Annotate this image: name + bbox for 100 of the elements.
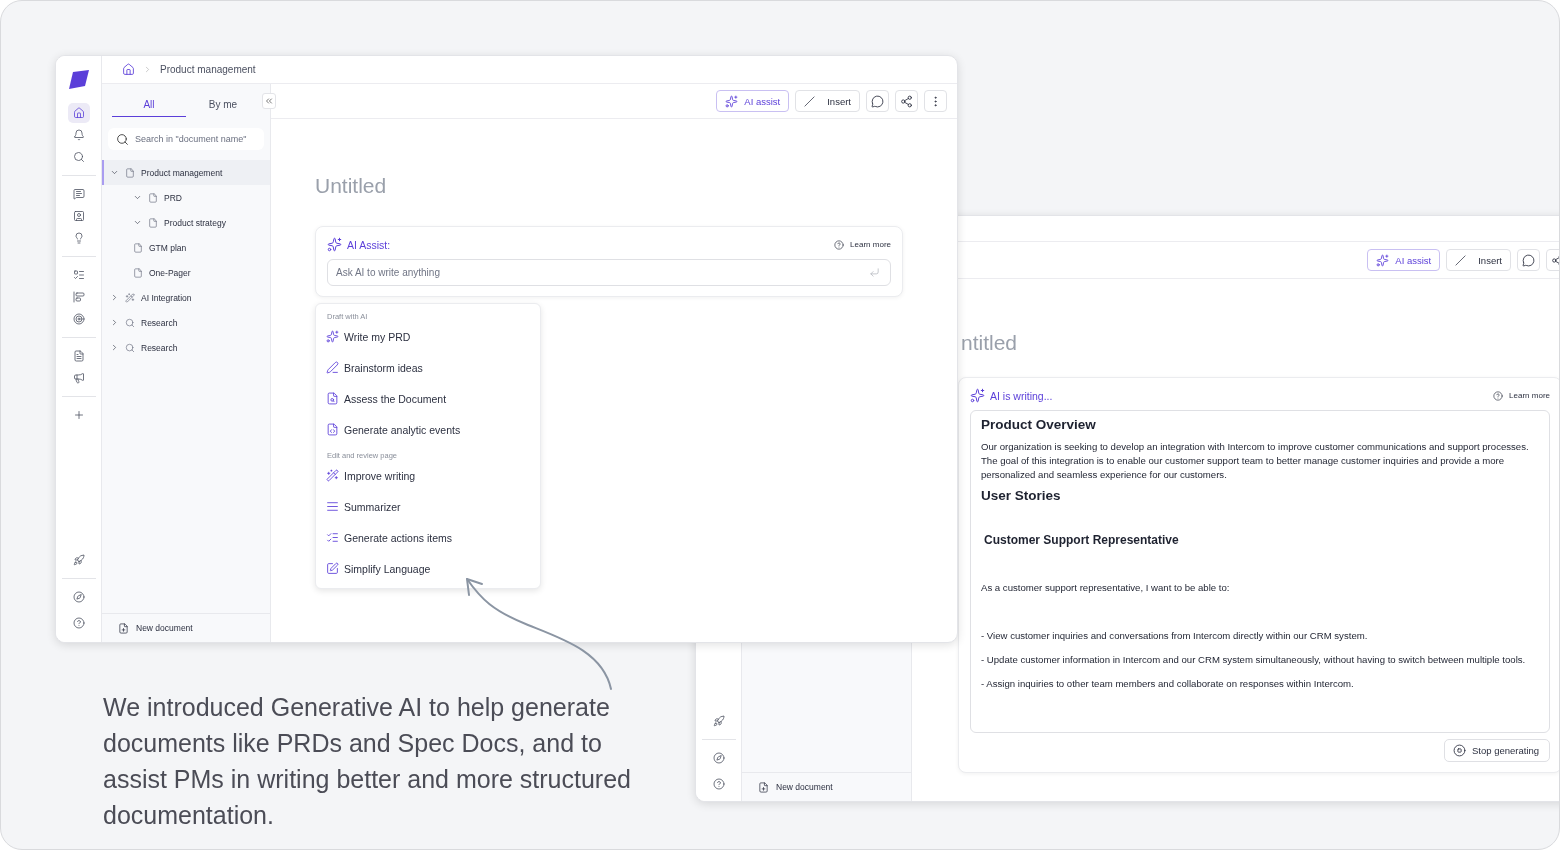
generated-paragraph: - Update customer information in Intercom and our CRM system simultaneously, without having to switch between multiple tools.: [981, 653, 1527, 667]
comment-icon: [871, 94, 884, 108]
ai-status: AI is writing...: [990, 389, 1053, 402]
magnifier-icon: [125, 342, 135, 353]
tree-item[interactable]: GTM plan: [102, 235, 270, 260]
lightbulb-icon: [72, 232, 85, 244]
learn-more-link[interactable]: Learn more: [1493, 390, 1550, 401]
chevron-right-icon: [110, 318, 119, 327]
document-title: Untitled: [315, 174, 388, 198]
breadcrumb-item[interactable]: Product management: [160, 64, 256, 75]
generated-paragraph: - Assign inquiries to other team members and collaborate on responses within Intercom.: [981, 677, 1355, 691]
share-button[interactable]: [895, 90, 918, 112]
slash-icon: [1455, 254, 1467, 266]
enter-icon: [869, 267, 880, 278]
sparkles-icon: [327, 237, 342, 252]
help-icon: [712, 778, 725, 790]
wand-icon: [326, 469, 339, 482]
plus-icon: [72, 409, 85, 421]
message-icon: [72, 188, 85, 200]
generated-heading: Customer Support Representative: [984, 533, 1180, 547]
compass-icon: [712, 752, 725, 764]
logo: [67, 70, 90, 90]
tab[interactable]: By me: [186, 90, 260, 117]
comment-button[interactable]: [1517, 249, 1540, 271]
generated-paragraph: As a customer support representative, I want to be able to:: [981, 581, 1231, 595]
tree-item[interactable]: Product strategy: [102, 210, 270, 235]
lines-icon: [326, 500, 339, 513]
chevron-down-icon: [133, 218, 142, 227]
home-icon: [122, 63, 135, 76]
sparkles-icon: [1376, 253, 1390, 267]
menu-item[interactable]: Brainstorm ideas: [326, 352, 530, 383]
ai-assist-button[interactable]: AI assist: [716, 90, 790, 112]
new-document-button[interactable]: New document: [102, 613, 270, 642]
menu-item[interactable]: Summarizer: [326, 491, 530, 522]
comment-button[interactable]: [866, 90, 889, 112]
document-title: ntitled: [961, 331, 1019, 355]
new-document-button[interactable]: New document: [742, 772, 911, 801]
page-icon: [125, 167, 135, 178]
rocket-icon: [72, 554, 85, 566]
file-search-icon: [326, 392, 339, 405]
insert-button[interactable]: Insert: [795, 90, 860, 112]
wand-icon: [125, 292, 135, 303]
page-icon: [133, 242, 143, 253]
tree-item[interactable]: PRD: [102, 185, 270, 210]
insert-button[interactable]: Insert: [1446, 249, 1511, 271]
learn-more-link[interactable]: Learn more: [834, 239, 891, 250]
home-icon: [72, 107, 85, 119]
target-icon: [72, 313, 85, 325]
ai-assist-label: AI Assist:: [347, 238, 391, 251]
stop-generating-button[interactable]: Stop generating: [1444, 739, 1550, 762]
magnifier-icon: [125, 317, 135, 328]
generated-paragraph: - View customer inquiries and conversations from Intercom directly within our CRM system.: [981, 629, 1369, 643]
search-field[interactable]: Search in "document name": [108, 128, 264, 150]
comment-icon: [1522, 253, 1535, 267]
caption: We introduced Generative AI to help generate documents like PRDs and Spec Docs, and to assist PMs in writing better and more structured documentation.: [103, 692, 632, 831]
rail-button[interactable]: [67, 103, 90, 123]
pen-icon: [326, 361, 339, 374]
checklist-icon: [326, 531, 339, 544]
share-icon: [900, 94, 913, 108]
slash-icon: [804, 95, 816, 107]
checklist-icon: [72, 269, 85, 281]
page-icon: [148, 192, 158, 203]
menu-item[interactable]: Simplify Language: [326, 553, 530, 584]
tree-item[interactable]: Product management: [102, 160, 270, 185]
megaphone-icon: [72, 372, 85, 384]
chevron-right-icon: [110, 293, 119, 302]
ai-assist-button[interactable]: AI assist: [1367, 249, 1441, 271]
timeline-icon: [72, 291, 85, 303]
sparkles-icon: [970, 388, 985, 403]
menu-item[interactable]: Assess the Document: [326, 383, 530, 414]
menu-item[interactable]: Improve writing: [326, 460, 530, 491]
tab[interactable]: All: [112, 90, 186, 117]
new-file-icon: [758, 781, 769, 793]
chevron-right-icon: [143, 65, 152, 74]
tree-item[interactable]: One-Pager: [102, 260, 270, 285]
ask-ai-field[interactable]: Ask AI to write anything: [327, 259, 891, 286]
generated-paragraph: Our organization is seeking to develop an integration with Intercom to improve customer communications and support processes. The goal of this integration is to enable our customer support team to better manage customer inquiries and provide a more personalized and seamless experience for our customers.: [981, 440, 1530, 482]
generated-heading: Product Overview: [981, 417, 1097, 432]
new-file-icon: [118, 622, 129, 634]
chevron-down-icon: [110, 168, 119, 177]
search-icon: [72, 151, 85, 163]
help-icon: [72, 617, 85, 629]
file-code-icon: [326, 423, 339, 436]
bell-icon: [72, 129, 85, 141]
compass-icon: [72, 591, 85, 603]
tree-item[interactable]: AI Integration: [102, 285, 270, 310]
tree-item[interactable]: Research: [102, 310, 270, 335]
rocket-icon: [712, 715, 725, 727]
contact-icon: [72, 210, 85, 222]
page-icon: [148, 217, 158, 228]
document-icon: [72, 350, 85, 362]
chevron-right-icon: [110, 343, 119, 352]
menu-item[interactable]: Write my PRD: [326, 321, 530, 352]
generated-heading: User Stories: [981, 488, 1062, 503]
menu-item[interactable]: Generate actions items: [326, 522, 530, 553]
tree-item[interactable]: Research: [102, 335, 270, 360]
sparkles-icon: [326, 330, 339, 343]
chevron-down-icon: [133, 193, 142, 202]
help-icon: [834, 239, 845, 250]
menu-item[interactable]: Generate analytic events: [326, 414, 530, 445]
